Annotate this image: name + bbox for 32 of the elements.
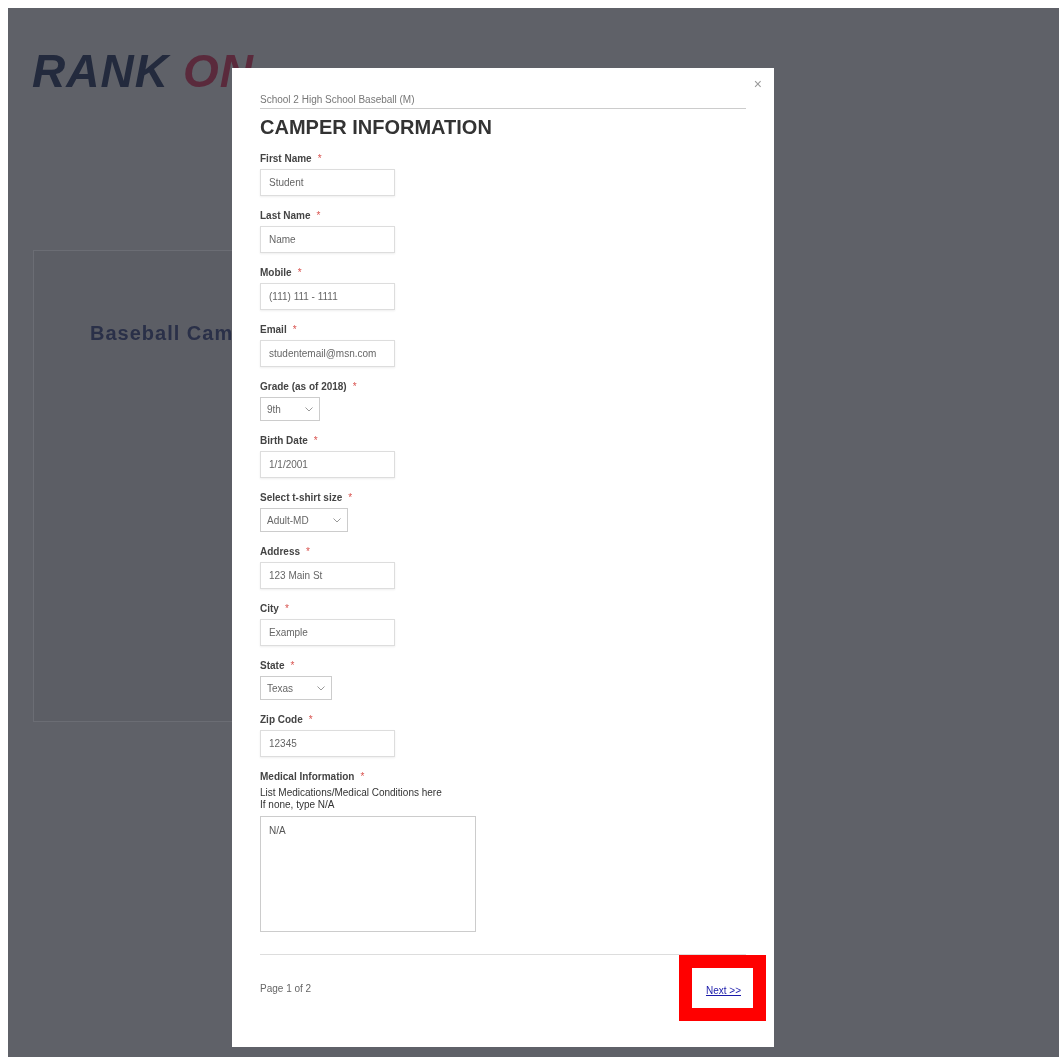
field-label: Mobile *: [260, 267, 302, 278]
field-label: City *: [260, 603, 289, 614]
text-field[interactable]: studentemail@msn.com: [260, 340, 395, 367]
text-field[interactable]: Name: [260, 226, 395, 253]
field-label: Select t-shirt size *: [260, 492, 353, 503]
caret-icon: [317, 685, 326, 691]
text-area[interactable]: N/A: [260, 816, 476, 932]
modal-title: CAMPER INFORMATION: [260, 116, 493, 139]
field-label: Address *: [260, 546, 310, 557]
field-label: Medical Information *: [260, 771, 365, 782]
field-hint: List Medications/Medical Conditions here If none, type N/A: [260, 787, 442, 811]
modal-subtitle: School 2 High School Baseball (M): [260, 94, 746, 109]
text-field[interactable]: Student: [260, 169, 395, 196]
page-indicator: Page 1 of 2: [260, 982, 312, 994]
field-label: Last Name *: [260, 210, 321, 221]
field-label: Grade (as of 2018) *: [260, 381, 357, 392]
caret-icon: [304, 406, 313, 412]
field-label: Birth Date *: [260, 435, 318, 446]
field-label: First Name *: [260, 153, 322, 164]
caret-icon: [332, 517, 341, 523]
text-field[interactable]: 1/1/2001: [260, 451, 395, 478]
field-label: Zip Code *: [260, 714, 313, 725]
next-link[interactable]: Next >>: [701, 983, 745, 998]
dropdown[interactable]: 9th: [260, 397, 320, 421]
text-field[interactable]: 12345: [260, 730, 395, 757]
dropdown[interactable]: Adult-MD: [260, 508, 348, 532]
field-label: Email *: [260, 324, 297, 335]
text-field[interactable]: (111) 111 - 1111: [260, 283, 395, 310]
field-label: State *: [260, 660, 295, 671]
dropdown[interactable]: Texas: [260, 676, 333, 700]
text-field[interactable]: Example: [260, 619, 395, 646]
text-field[interactable]: 123 Main St: [260, 562, 395, 589]
